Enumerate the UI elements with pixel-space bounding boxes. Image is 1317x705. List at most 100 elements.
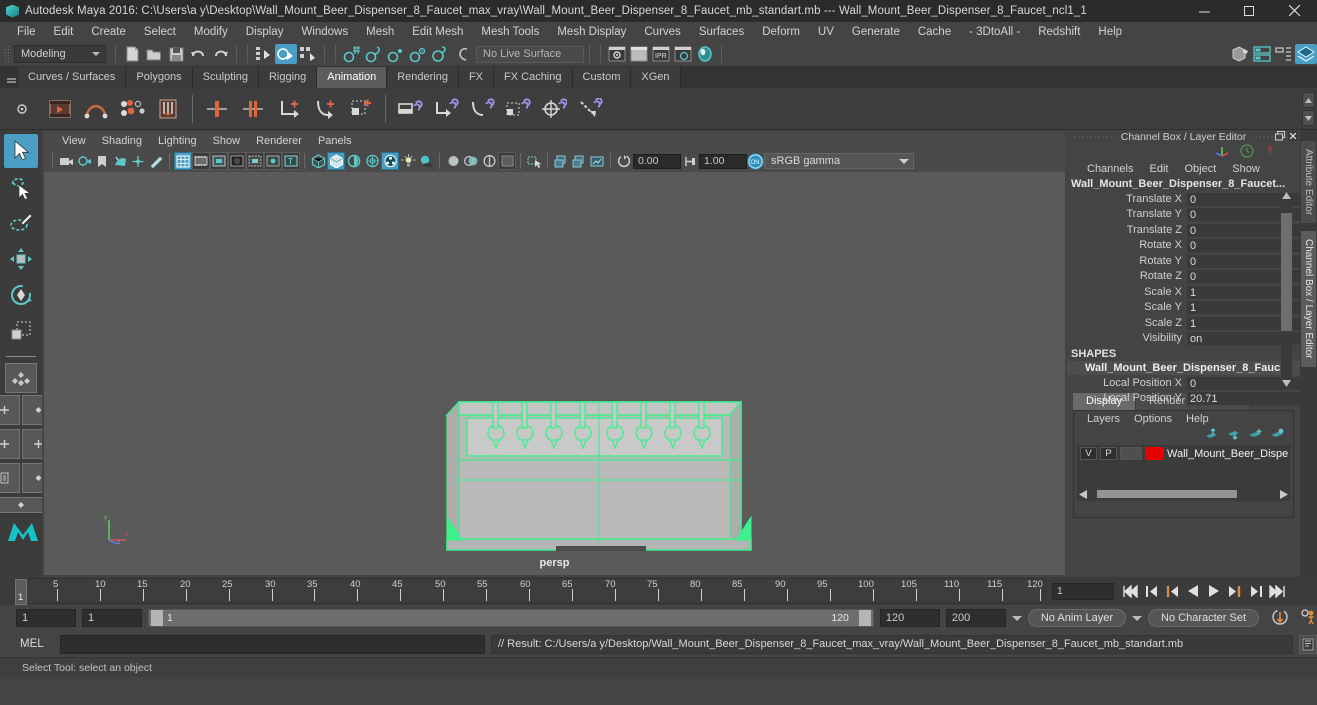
current-frame-field[interactable]: 1 (1052, 582, 1114, 600)
film-gate-icon[interactable] (192, 152, 210, 170)
go-to-start-button[interactable] (1121, 582, 1139, 600)
menu-cache[interactable]: Cache (909, 22, 960, 42)
open-scene-button[interactable] (143, 44, 165, 64)
bookmark-icon[interactable] (93, 152, 111, 170)
shelf-set-key-arc-icon[interactable] (78, 92, 114, 126)
toggle-attribute-editor-button[interactable] (1251, 44, 1273, 64)
live-surface-field[interactable]: No Live Surface (476, 45, 584, 63)
channel-row[interactable]: Scale X 1 (1067, 284, 1300, 300)
playback-start-time-field[interactable]: 1 (82, 609, 142, 627)
gate-mask-icon[interactable] (228, 152, 246, 170)
lasso-tool-button[interactable] (4, 170, 38, 204)
channel-row[interactable]: Rotate X 0 (1067, 238, 1300, 254)
select-tool-button[interactable] (4, 134, 38, 168)
xray-icon[interactable] (246, 152, 264, 170)
undo-button[interactable] (187, 44, 209, 64)
layer-playback-toggle[interactable]: P (1100, 447, 1117, 460)
smooth-shade-all-icon[interactable] (327, 152, 345, 170)
snap-to-curve-button[interactable] (363, 44, 385, 64)
menu-3dtoall[interactable]: - 3DtoAll - (960, 22, 1029, 42)
panel-undock-icon[interactable] (1275, 131, 1285, 144)
shape-node-name[interactable]: Wall_Mount_Beer_Dispenser_8_Fauc... (1067, 361, 1300, 375)
textured-mode-icon[interactable] (381, 152, 399, 170)
step-forward-key-button[interactable] (1247, 582, 1265, 600)
image-plane-icon[interactable] (111, 152, 129, 170)
select-camera-icon[interactable] (57, 152, 75, 170)
scrollbar-thumb[interactable] (1281, 213, 1292, 331)
shelf-ghost-icon[interactable] (150, 92, 186, 126)
use-default-material-icon[interactable] (363, 152, 381, 170)
render-current-frame-button[interactable] (606, 44, 628, 64)
menu-edit-mesh[interactable]: Edit Mesh (403, 22, 472, 42)
xray-joints-icon[interactable] (264, 152, 282, 170)
shelf-single-key-icon[interactable] (199, 92, 235, 126)
gamma-field[interactable]: 1.00 (699, 153, 747, 169)
menu-surfaces[interactable]: Surfaces (690, 22, 753, 42)
exposure-field[interactable]: 0.00 (633, 153, 681, 169)
toggle-tool-settings-button[interactable] (1273, 44, 1295, 64)
channelbox-menu-edit[interactable]: Edit (1141, 163, 1176, 175)
channel-value[interactable]: 20.71 (1187, 391, 1300, 406)
move-layer-down-icon[interactable] (1226, 428, 1241, 443)
panel-grip-left[interactable] (1072, 134, 1113, 140)
motion-blur-icon[interactable] (462, 152, 480, 170)
shelf-grip[interactable] (4, 70, 18, 88)
play-backwards-button[interactable] (1184, 582, 1202, 600)
menu-file[interactable]: File (8, 22, 45, 42)
make-live-button[interactable] (451, 44, 473, 64)
layout-outliner-button[interactable] (0, 463, 20, 493)
shelf-options-button[interactable] (2, 88, 42, 129)
viewport-menu-view[interactable]: View (54, 135, 94, 147)
close-button[interactable] (1272, 0, 1317, 22)
snap-to-projected-center-button[interactable] (407, 44, 429, 64)
viewport-canvas[interactable]: y x z persp (44, 172, 1065, 575)
shelf-scroll-buttons[interactable] (1302, 92, 1315, 126)
redo-button[interactable] (209, 44, 231, 64)
viewport-menu-lighting[interactable]: Lighting (150, 135, 205, 147)
menu-deform[interactable]: Deform (753, 22, 809, 42)
save-scene-button[interactable] (165, 44, 187, 64)
channel-row[interactable]: Translate Z 0 (1067, 222, 1300, 238)
layer-list-hscrollbar[interactable] (1079, 489, 1288, 499)
range-slider-right-handle[interactable] (858, 610, 871, 626)
step-back-key-button[interactable] (1142, 582, 1160, 600)
layer-row[interactable]: V P Wall_Mount_Beer_Dispe (1077, 445, 1290, 460)
animation-start-time-field[interactable]: 1 (16, 609, 76, 627)
shelf-constraint-point-icon[interactable] (428, 92, 464, 126)
shelf-tab-custom[interactable]: Custom (572, 67, 632, 88)
anim-layer-selector[interactable]: No Anim Layer (1027, 609, 1127, 627)
layer-color-swatch[interactable] (1145, 447, 1164, 460)
side-tab-attribute-editor[interactable]: Attribute Editor (1300, 140, 1317, 225)
channelbox-menu-object[interactable]: Object (1176, 163, 1224, 175)
gamma-reset-icon[interactable] (681, 152, 699, 170)
play-forwards-button[interactable] (1205, 582, 1223, 600)
channel-row[interactable]: Translate X 0 (1067, 191, 1300, 207)
grease-pencil-icon[interactable] (147, 152, 165, 170)
new-layer-from-selection-icon[interactable] (1270, 428, 1285, 443)
shelf-add-rotate-key-icon[interactable] (307, 92, 343, 126)
image-export-icon[interactable] (588, 152, 606, 170)
layout-two-pane-button[interactable] (0, 429, 20, 459)
menu-edit[interactable]: Edit (45, 22, 83, 42)
resolution-gate-icon[interactable] (210, 152, 228, 170)
viewport-menu-shading[interactable]: Shading (94, 135, 150, 147)
color-management-toggle-icon[interactable]: ON (747, 152, 764, 170)
channelbox-menu-channels[interactable]: Channels (1079, 163, 1141, 175)
channel-row[interactable]: Scale Y 1 (1067, 300, 1300, 316)
move-tool-button[interactable] (4, 242, 38, 276)
channelbox-menu-show[interactable]: Show (1224, 163, 1268, 175)
menu-redshift[interactable]: Redshift (1029, 22, 1089, 42)
menu-generate[interactable]: Generate (843, 22, 909, 42)
shade-wireframe-icon[interactable] (345, 152, 363, 170)
clock-icon[interactable] (1240, 143, 1254, 161)
animation-end-time-field[interactable]: 200 (945, 609, 1006, 627)
statusline-grip[interactable] (4, 45, 11, 63)
shelf-tab-rigging[interactable]: Rigging (258, 67, 318, 88)
shape-channel-row[interactable]: Local Position X 0 (1067, 375, 1300, 391)
scrollbar-thumb[interactable] (1097, 490, 1237, 498)
new-scene-button[interactable] (121, 44, 143, 64)
time-slider-track[interactable]: 1 5 10 15 20 25 30 35 40 45 50 55 60 65 … (14, 578, 1044, 605)
menu-mesh-display[interactable]: Mesh Display (548, 22, 635, 42)
shelf-tab-polygons[interactable]: Polygons (126, 67, 193, 88)
channel-row[interactable]: Rotate Z 0 (1067, 269, 1300, 285)
